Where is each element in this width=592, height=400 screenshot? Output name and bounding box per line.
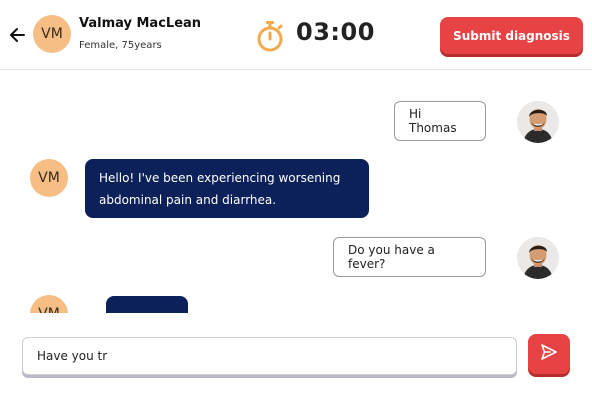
- doctor-avatar: [517, 237, 559, 279]
- patient-initials: VM: [38, 170, 60, 186]
- patient-avatar: VM: [33, 15, 71, 53]
- message-input-field[interactable]: [22, 337, 517, 375]
- patient-initials: VM: [41, 26, 63, 42]
- patient-avatar: VM: [30, 159, 68, 197]
- message-text: Do you have a fever?: [348, 243, 435, 271]
- patient-avatar: VM: [30, 295, 68, 313]
- stopwatch-icon: [256, 20, 284, 52]
- message-input[interactable]: [23, 338, 516, 374]
- patient-meta: Female, 75years: [79, 40, 162, 51]
- doctor-message: Do you have a fever?: [333, 237, 486, 277]
- send-button[interactable]: [528, 334, 570, 374]
- message-text: Hello! I've been experiencing worsening …: [99, 171, 341, 207]
- submit-diagnosis-button[interactable]: Submit diagnosis: [440, 17, 583, 54]
- patient-name: Valmay MacLean: [79, 16, 202, 31]
- patient-message: Hello! I've been experiencing worsening …: [85, 159, 369, 218]
- arrow-left-icon[interactable]: [8, 24, 28, 46]
- message-text: Hi Thomas: [409, 107, 457, 135]
- chat-header: VM Valmay MacLean Female, 75years 03:00 …: [0, 0, 592, 70]
- patient-initials: VM: [38, 306, 60, 313]
- doctor-message: Hi Thomas: [394, 101, 486, 141]
- doctor-avatar: [517, 101, 559, 143]
- countdown-timer: 03:00: [296, 18, 375, 46]
- patient-message: [106, 296, 188, 313]
- chat-thread[interactable]: Hi Thomas VM Hello! I've been experienci…: [0, 71, 592, 313]
- send-icon: [540, 343, 558, 365]
